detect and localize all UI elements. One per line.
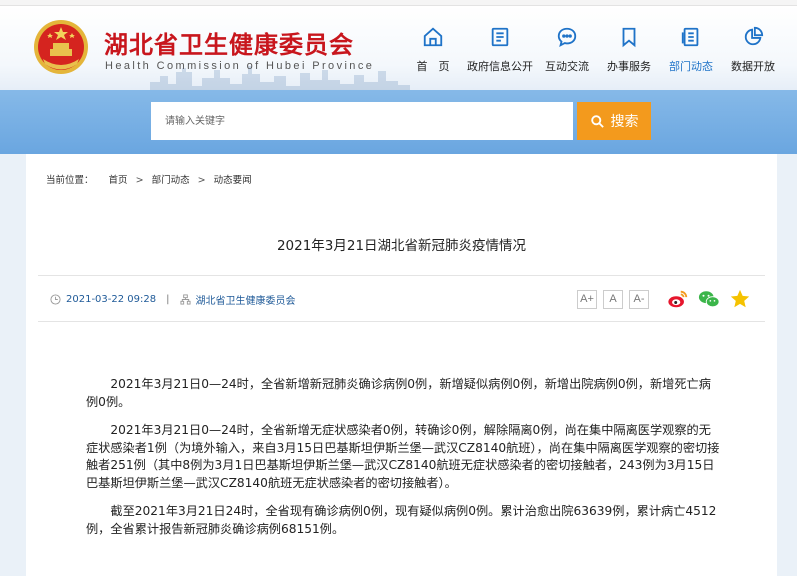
font-reset-button[interactable]: A <box>603 289 623 309</box>
breadcrumb-item-home[interactable]: 首页 <box>109 172 128 186</box>
breadcrumb-separator: > <box>135 175 144 186</box>
nav-item-government-info[interactable]: 政府信息公开 <box>464 24 536 84</box>
national-emblem-logo <box>34 20 88 74</box>
search-button-label: 搜索 <box>610 113 639 129</box>
site-header: 湖北省卫生健康委员会 Health Commission of Hubei Pr… <box>0 6 797 90</box>
chat-icon <box>557 27 577 48</box>
publish-date: 2021-03-22 09:28 <box>66 294 157 305</box>
nav-item-department-news[interactable]: 部门动态 <box>660 24 722 84</box>
nav-item-label: 数据开放 <box>731 60 775 73</box>
nav-item-label: 首 页 <box>416 60 450 73</box>
search-button[interactable]: 搜索 <box>577 102 651 140</box>
font-decrease-button[interactable]: A- <box>629 289 649 309</box>
document-icon <box>491 27 509 47</box>
nav-item-label: 互动交流 <box>545 60 589 73</box>
font-increase-button[interactable]: A+ <box>577 289 597 309</box>
nav-item-label: 办事服务 <box>607 60 651 73</box>
article-meta-bar: 2021-03-22 09:28 | 湖北省卫生健康委员会 A+ A A- <box>38 275 765 322</box>
article-paragraph: 截至2021年3月21日24时，全省现有确诊病例0例，现有疑似病例0例。累计治愈… <box>86 504 717 536</box>
meta-separator: | <box>166 294 170 305</box>
news-icon <box>681 27 699 47</box>
article-card: 当前位置： 首页 > 部门动态 > 动态要闻 2021年3月21日湖北省新冠肺炎… <box>26 154 777 576</box>
organization-icon <box>179 294 191 305</box>
nav-item-label: 部门动态 <box>669 60 713 73</box>
nav-item-label: 政府信息公开 <box>467 60 533 73</box>
breadcrumb-item-department-news[interactable]: 部门动态 <box>152 172 190 186</box>
breadcrumb-lead: 当前位置： <box>46 175 94 186</box>
main-nav: 首 页 政府信息公开 互动交流 办事服务 部门动态 数据开放 <box>402 24 784 84</box>
weibo-icon[interactable] <box>667 288 689 310</box>
breadcrumb-item-news-highlights[interactable]: 动态要闻 <box>214 172 252 186</box>
article-title: 2021年3月21日湖北省新冠肺炎疫情情况 <box>276 238 527 254</box>
breadcrumb: 当前位置： 首页 > 部门动态 > 动态要闻 <box>46 172 252 186</box>
nav-item-open-data[interactable]: 数据开放 <box>722 24 784 84</box>
bookmark-icon <box>622 27 636 48</box>
nav-item-services[interactable]: 办事服务 <box>598 24 660 84</box>
site-title[interactable]: 湖北省卫生健康委员会 <box>104 25 354 60</box>
article-tools: A+ A A- <box>577 288 751 310</box>
pie-chart-icon <box>744 26 764 46</box>
home-icon <box>423 27 443 47</box>
search-input[interactable] <box>151 102 573 140</box>
breadcrumb-separator: > <box>197 175 206 186</box>
wechat-icon[interactable] <box>698 288 720 310</box>
nav-item-interaction[interactable]: 互动交流 <box>536 24 598 84</box>
article-source[interactable]: 湖北省卫生健康委员会 <box>196 292 296 307</box>
article-paragraph: 2021年3月21日0—24时，全省新增无症状感染者0例，转确诊0例，解除隔离0… <box>86 423 720 490</box>
site-subtitle: Health Commission of Hubei Province <box>105 60 375 72</box>
article-meta-info: 2021-03-22 09:28 | 湖北省卫生健康委员会 <box>50 292 296 307</box>
search-band: 搜索 <box>0 90 797 154</box>
article-paragraph: 2021年3月21日0—24时，全省新增新冠肺炎确诊病例0例，新增疑似病例0例，… <box>86 377 711 409</box>
favorite-star-icon[interactable] <box>729 288 751 310</box>
clock-icon <box>50 294 61 305</box>
search-icon <box>590 114 604 128</box>
nav-item-home[interactable]: 首 页 <box>402 24 464 84</box>
article-body: 2021年3月21日0—24时，全省新增新冠肺炎确诊病例0例，新增疑似病例0例，… <box>86 376 722 549</box>
